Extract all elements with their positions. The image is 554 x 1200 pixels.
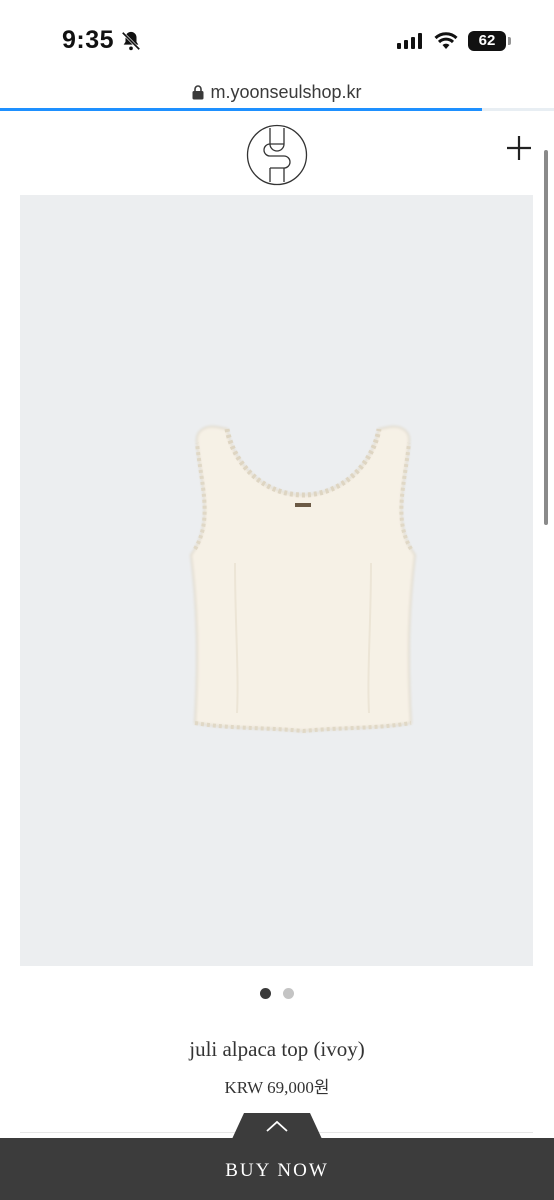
product-photo-tank-top: [189, 425, 417, 734]
product-image[interactable]: [20, 195, 533, 966]
battery-icon: 62: [468, 31, 506, 51]
buy-now-button[interactable]: BUY NOW: [0, 1138, 554, 1200]
gallery-dot-2[interactable]: [283, 988, 294, 999]
battery-nub: [508, 37, 511, 45]
gallery-pagination: [0, 988, 554, 1000]
progress-fill: [0, 108, 482, 111]
product-name: juli alpaca top (ivoy): [189, 1037, 365, 1061]
scrollbar[interactable]: [544, 150, 548, 525]
status-bar: 9:35 62: [0, 0, 554, 82]
signal-icon: [397, 33, 422, 49]
plus-icon[interactable]: [505, 134, 533, 162]
chevron-up-icon[interactable]: [232, 1113, 322, 1139]
brand-monogram-icon[interactable]: [246, 124, 308, 186]
page-load-progress: [0, 108, 554, 111]
gallery-dot-1[interactable]: [260, 988, 271, 999]
bell-slash-icon: [121, 31, 141, 51]
status-time: 9:35: [62, 26, 115, 54]
wifi-icon: [434, 32, 458, 49]
lock-icon: [192, 85, 204, 100]
product-price: KRW 69,000원: [224, 1078, 330, 1097]
url-text[interactable]: m.yoonseulshop.kr: [210, 82, 361, 103]
url-bar[interactable]: m.yoonseulshop.kr: [0, 82, 554, 108]
buy-now-label: BUY NOW: [225, 1160, 329, 1181]
